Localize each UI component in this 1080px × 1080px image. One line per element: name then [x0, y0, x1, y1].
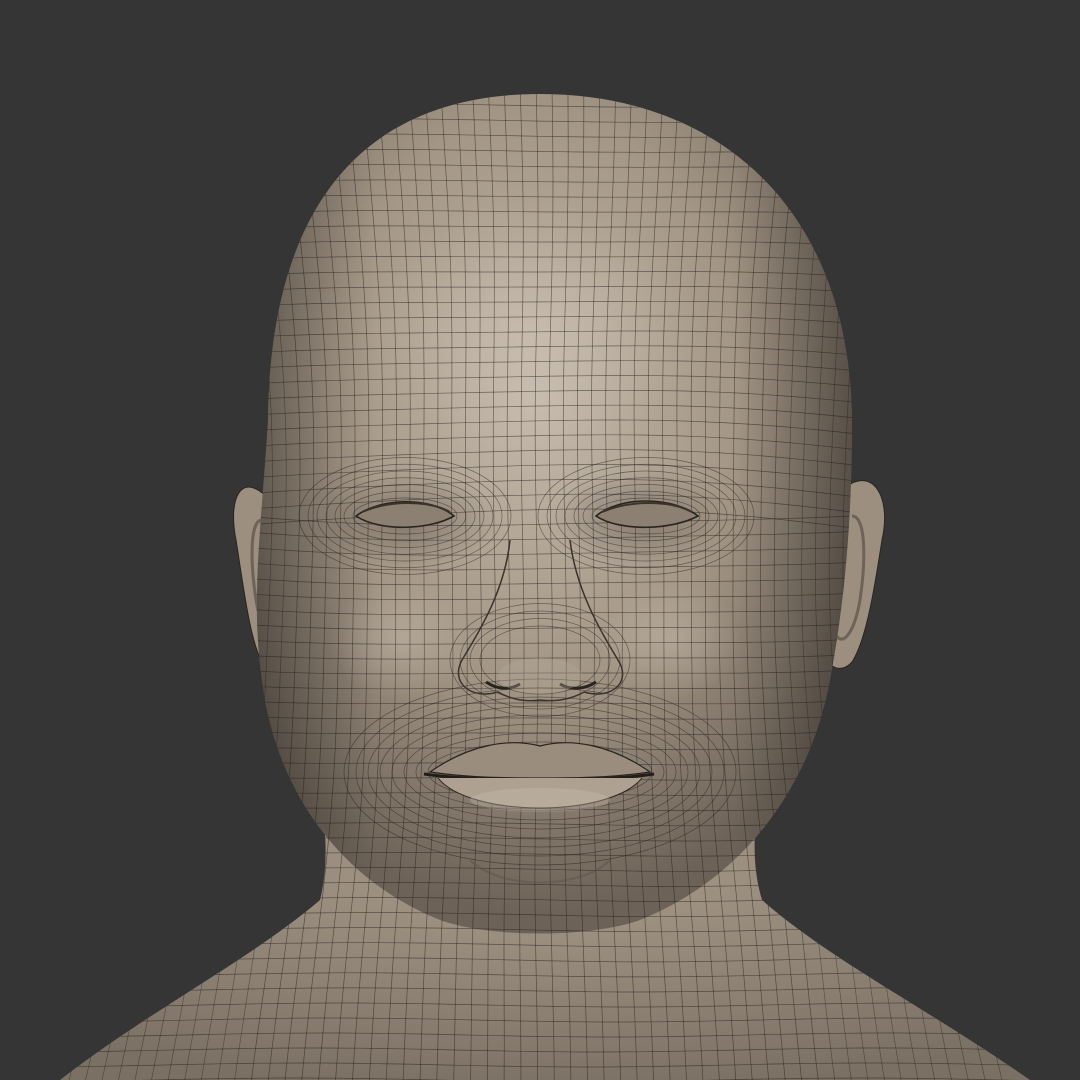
- mesh-edge: [101, 94, 177, 1080]
- head-render: [60, 94, 1030, 1080]
- mesh-edge: [68, 94, 149, 1080]
- mesh-edge: [911, 94, 986, 1080]
- mesh-edge: [897, 94, 969, 1080]
- mesh-edge: [925, 94, 1003, 1080]
- viewport: [0, 0, 1080, 1080]
- mesh-edge: [883, 94, 952, 1080]
- mesh-edge: [118, 94, 190, 1080]
- mesh-edge: [870, 94, 936, 1080]
- mesh-edge: [167, 94, 232, 1080]
- left-cheek-highlight: [330, 580, 470, 700]
- mesh-edge: [85, 94, 163, 1080]
- mesh-edge: [184, 94, 246, 1080]
- mesh-edge: [134, 94, 204, 1080]
- mesh-edge: [151, 94, 218, 1080]
